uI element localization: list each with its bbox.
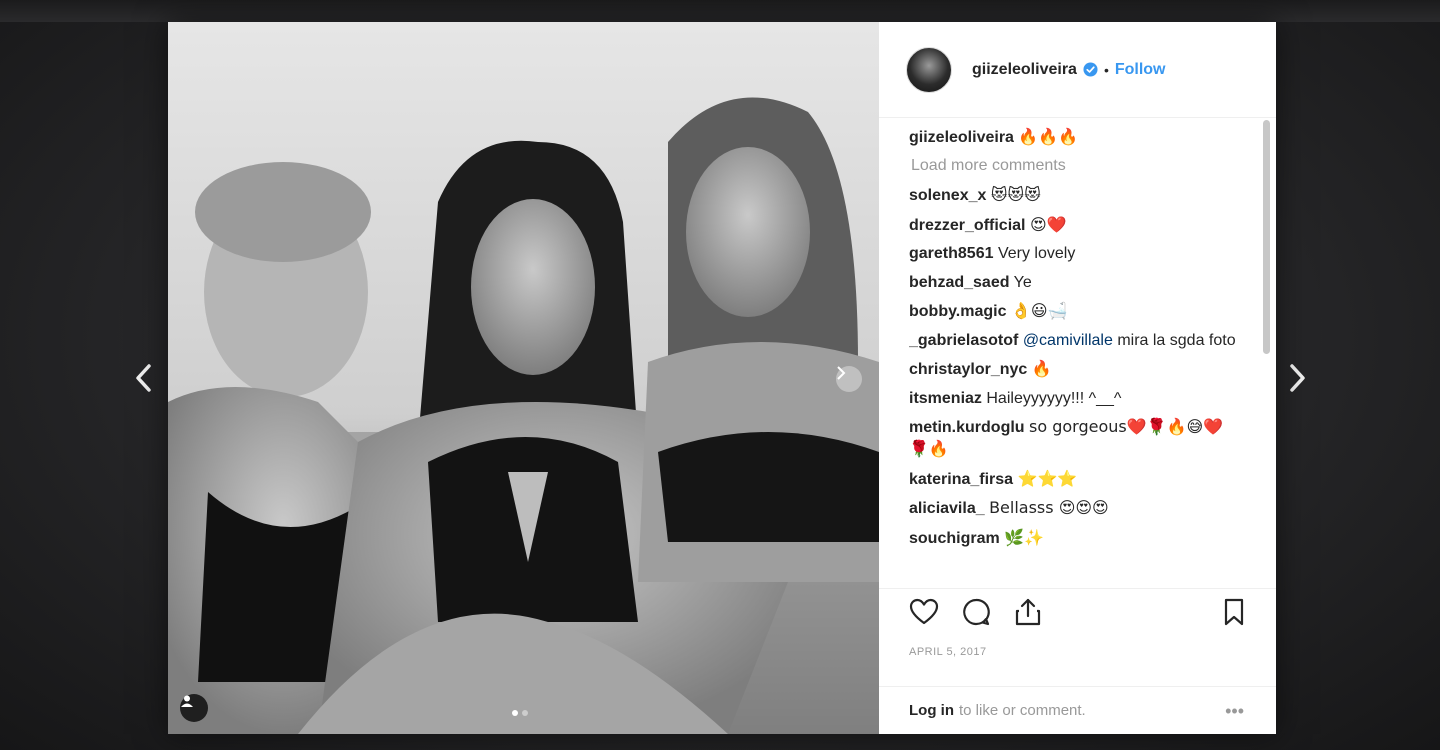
save-button[interactable] xyxy=(1219,597,1251,629)
carousel-dot xyxy=(522,710,528,716)
post-header: giizeleoliveira • Follow xyxy=(879,22,1276,118)
carousel-next-button[interactable] xyxy=(836,366,862,392)
caption-username[interactable]: giizeleoliveira xyxy=(909,129,1014,146)
comment-item: drezzer_official 😍❤️ xyxy=(909,214,1239,236)
share-button[interactable] xyxy=(1013,597,1045,629)
comment-username[interactable]: drezzer_official xyxy=(909,217,1025,234)
comment-text: Bellasss 😍😍😍 xyxy=(989,498,1109,517)
comment-item: souchigram 🌿✨ xyxy=(909,527,1239,549)
photo-illustration xyxy=(168,22,879,734)
heart-icon xyxy=(909,598,939,625)
verified-badge-icon xyxy=(1083,62,1098,77)
comment-item: christaylor_nyc 🔥 xyxy=(909,358,1239,380)
login-footer: Log in to like or comment. ••• xyxy=(879,686,1276,734)
comment-text: Ye xyxy=(1013,273,1032,291)
avatar[interactable] xyxy=(906,46,952,93)
follow-button[interactable]: Follow xyxy=(1115,61,1166,79)
comment-text: 😍❤️ xyxy=(1029,214,1067,234)
comment-text: mira la sgda foto xyxy=(1117,331,1236,349)
comment-username[interactable]: christaylor_nyc xyxy=(909,361,1027,378)
comment-bubble-icon xyxy=(963,598,990,626)
user-tag-icon xyxy=(181,695,193,707)
comment-username[interactable]: bobby.magic xyxy=(909,303,1007,320)
comment-username[interactable]: souchigram xyxy=(909,530,1000,547)
load-more-comments-link[interactable]: Load more comments xyxy=(911,157,1239,175)
carousel-dot xyxy=(512,710,518,716)
chevron-right-icon xyxy=(1290,364,1305,392)
action-bar xyxy=(879,588,1276,638)
comment-username[interactable]: behzad_saed xyxy=(909,274,1009,291)
comment-username[interactable]: metin.kurdoglu xyxy=(909,419,1025,436)
comment-item: solenex_x 😻😻😻 xyxy=(909,184,1239,206)
previous-post-button[interactable] xyxy=(128,358,158,398)
comment-text: ⭐⭐⭐ xyxy=(1017,468,1078,488)
comment-username[interactable]: _gabrielasotof xyxy=(909,332,1018,349)
comment-username[interactable]: itsmeniaz xyxy=(909,390,982,407)
user-tag-button[interactable] xyxy=(180,694,208,722)
comment-username[interactable]: aliciavila_ xyxy=(909,500,985,517)
comment-item: metin.kurdoglu so gorgeous❤️🌹🔥😅❤️🌹🔥 xyxy=(909,416,1239,460)
comment-text: 🌿✨ xyxy=(1004,527,1044,547)
post-modal: giizeleoliveira • Follow giizeleoliveira… xyxy=(168,22,1276,734)
comments-panel: giizeleoliveira • Follow giizeleoliveira… xyxy=(879,22,1276,734)
comment-item: _gabrielasotof @camivillale mira la sgda… xyxy=(909,330,1239,351)
chevron-left-icon xyxy=(136,364,151,392)
post-photo xyxy=(168,22,879,734)
comment-text: 🔥 xyxy=(1031,359,1052,378)
comments-list[interactable]: giizeleoliveira 🔥🔥🔥 Load more comments s… xyxy=(909,126,1239,576)
login-hint: to like or comment. xyxy=(959,702,1086,719)
comment-username[interactable]: katerina_firsa xyxy=(909,471,1013,488)
like-button[interactable] xyxy=(909,597,941,629)
backdrop xyxy=(0,0,1440,22)
comment-text: Haileyyyyyy!!! ^__^ xyxy=(986,389,1122,407)
chevron-right-icon xyxy=(837,366,846,380)
comment-text: Very lovely xyxy=(997,245,1076,262)
post-date: APRIL 5, 2017 xyxy=(909,646,987,658)
next-post-button[interactable] xyxy=(1283,358,1313,398)
comment-item: katerina_firsa ⭐⭐⭐ xyxy=(909,468,1239,490)
more-options-button[interactable]: ••• xyxy=(1225,701,1244,722)
header-username[interactable]: giizeleoliveira xyxy=(972,61,1077,79)
comment-item: itsmeniaz Haileyyyyyy!!! ^__^ xyxy=(909,388,1239,409)
comment-item: aliciavila_ Bellasss 😍😍😍 xyxy=(909,497,1239,519)
comments-scrollbar[interactable] xyxy=(1263,120,1270,354)
comment-mention-link[interactable]: @camivillale xyxy=(1023,332,1113,349)
comment-item: gareth8561 Very lovely xyxy=(909,243,1239,264)
carousel-indicator xyxy=(512,710,528,716)
header-separator: • xyxy=(1103,61,1109,78)
comment-username[interactable]: solenex_x xyxy=(909,187,986,204)
comment-text: 😻😻😻 xyxy=(990,185,1041,204)
comment-item: behzad_saed Ye xyxy=(909,272,1239,293)
bookmark-icon xyxy=(1224,598,1244,626)
comment-username[interactable]: gareth8561 xyxy=(909,245,994,262)
caption-text: 🔥🔥🔥 xyxy=(1018,127,1079,146)
comment-item: bobby.magic 👌😃🛁 xyxy=(909,300,1239,322)
comment-button[interactable] xyxy=(961,597,993,629)
login-link[interactable]: Log in xyxy=(909,702,954,719)
comment-text: 👌😃🛁 xyxy=(1010,301,1068,320)
share-icon xyxy=(1015,598,1041,626)
caption: giizeleoliveira 🔥🔥🔥 xyxy=(909,126,1239,148)
